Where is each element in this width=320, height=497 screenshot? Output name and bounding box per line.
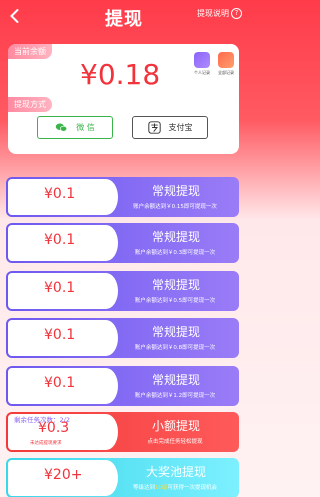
withdraw-title: 常规提现 (151, 184, 200, 198)
withdraw-method-label: 提现方式 (8, 97, 52, 112)
small-withdraw-desc: 点击完成任务轻松提现 (147, 439, 203, 445)
all-records-icon (218, 52, 234, 68)
withdraw-desc: 账户余额达到￥0.8即可提现一次 (134, 345, 216, 351)
withdraw-title: 常规提现 (151, 325, 200, 339)
withdraw-value: ¥0.1 (44, 232, 76, 248)
withdraw-value: ¥0.1 (44, 327, 76, 343)
withdraw-value: ¥0.1 (44, 186, 76, 202)
withdraw-row[interactable]: ¥0.1 常规提现 账户余额达到￥0.15即可提现一次 (6, 177, 239, 217)
withdraw-desc: 账户余额达到￥0.5即可提现一次 (134, 298, 216, 304)
wechat-option[interactable]: 微 信 (37, 116, 113, 139)
person-record-icon (194, 52, 210, 68)
jackpot-desc: 等级达到10级可获得一次提现机会 (110, 483, 239, 491)
alipay-label: 支付宝 (168, 123, 193, 132)
help-button[interactable]: 提现说明 ? (197, 8, 242, 19)
withdraw-row[interactable]: ¥0.1 常规提现 账户余额达到￥0.8即可提现一次 (6, 318, 239, 358)
withdraw-title: 常规提现 (151, 230, 200, 244)
small-withdraw-value: ¥0.3 (38, 420, 70, 436)
small-withdraw-row[interactable]: 剩余任务次数：2/2 ¥0.3 未达成提现要求 小额提现 点击完成任务轻松提现 (6, 412, 239, 452)
all-records-button[interactable]: 全部记录 (215, 52, 237, 76)
header: 提现 提现说明 ? (0, 0, 248, 34)
alipay-icon (147, 121, 161, 134)
alipay-option[interactable]: 支付宝 (132, 116, 208, 139)
withdraw-title: 常规提现 (151, 373, 200, 387)
withdraw-row[interactable]: ¥0.1 常规提现 账户余额达到￥0.3即可提现一次 (6, 223, 239, 263)
question-icon: ? (231, 8, 242, 19)
withdraw-row[interactable]: ¥0.1 常规提现 账户余额达到￥1.2即可提现一次 (6, 366, 239, 406)
withdraw-row[interactable]: ¥0.1 常规提现 账户余额达到￥0.5即可提现一次 (6, 271, 239, 311)
all-records-label: 全部记录 (218, 70, 234, 75)
jackpot-level: 10级 (155, 485, 168, 491)
withdraw-desc: 账户余额达到￥1.2即可提现一次 (134, 393, 216, 399)
withdraw-desc: 账户余额达到￥0.15即可提现一次 (133, 204, 217, 210)
personal-record-button[interactable]: 个人记录 (191, 52, 213, 76)
jackpot-desc-suffix: 可获得一次提现机会 (167, 485, 218, 491)
jackpot-value: ¥20+ (44, 467, 83, 483)
withdraw-desc: 账户余额达到￥0.3即可提现一次 (134, 250, 216, 256)
wechat-icon (55, 121, 68, 134)
personal-record-label: 个人记录 (194, 70, 210, 75)
wechat-label: 微 信 (76, 123, 95, 132)
jackpot-desc-prefix: 等级达到 (132, 485, 155, 491)
withdraw-title: 常规提现 (151, 278, 200, 292)
jackpot-withdraw-row[interactable]: ¥20+ 大奖池提现 等级达到10级可获得一次提现机会 (6, 458, 239, 497)
help-label: 提现说明 (197, 9, 229, 18)
jackpot-title: 大奖池提现 (145, 465, 206, 479)
small-withdraw-note: 未达成提现要求 (30, 441, 62, 446)
balance-label: 当前余额 (8, 44, 52, 59)
small-withdraw-title: 小额提现 (151, 419, 200, 433)
balance-amount: ¥0.18 (80, 58, 161, 91)
withdraw-value: ¥0.1 (44, 375, 76, 391)
balance-card: 当前余额 ¥0.18 个人记录 全部记录 提现方式 微 信 支付宝 (8, 44, 239, 154)
withdraw-value: ¥0.1 (44, 280, 76, 296)
